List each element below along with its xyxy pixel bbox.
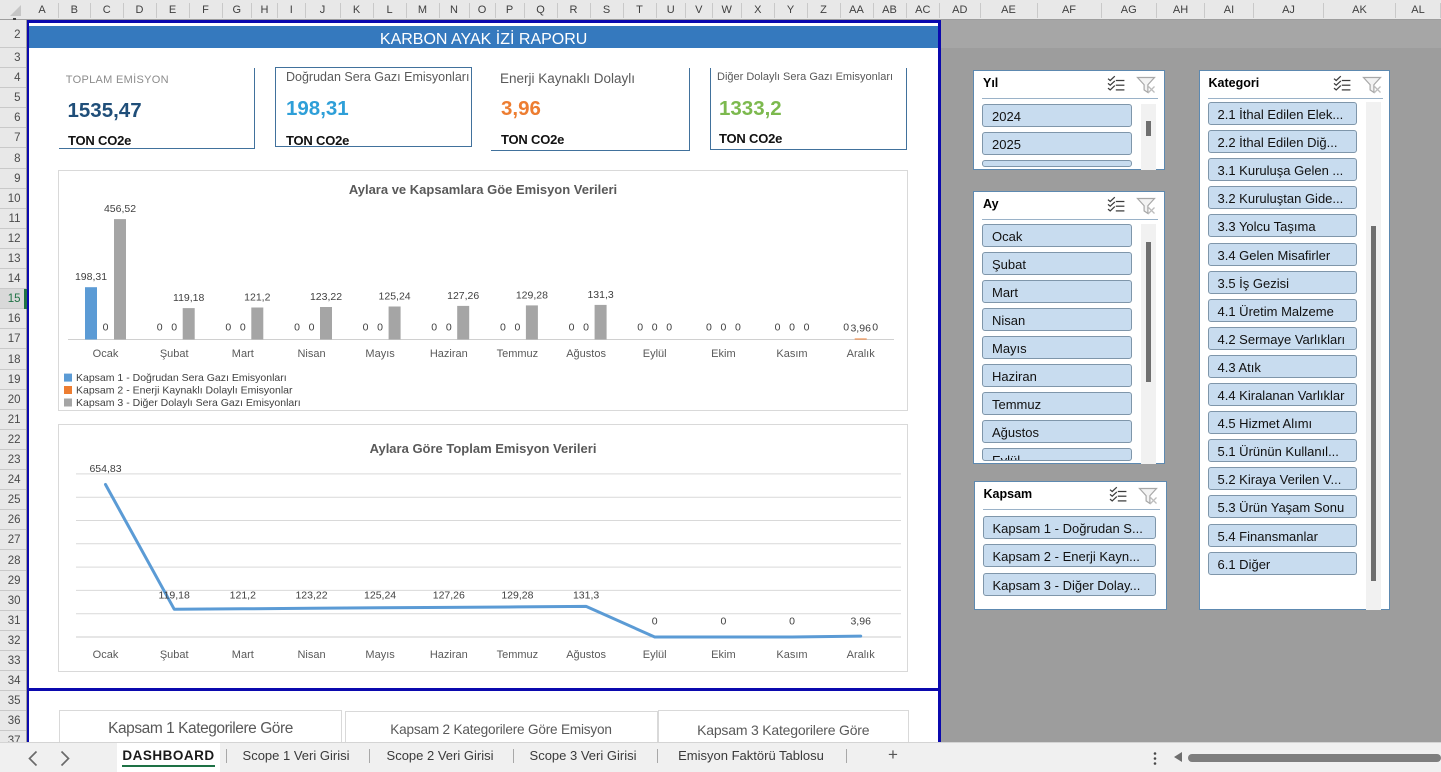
- svg-text:Ocak: Ocak: [93, 649, 119, 661]
- svg-text:Aylara Göre Toplam Emisyon Ver: Aylara Göre Toplam Emisyon Verileri: [370, 441, 597, 456]
- svg-text:0: 0: [309, 322, 315, 334]
- svg-text:0: 0: [843, 322, 849, 334]
- svg-text:Ağustos: Ağustos: [566, 348, 606, 360]
- svg-text:129,28: 129,28: [501, 590, 533, 602]
- svg-text:125,24: 125,24: [364, 590, 396, 602]
- svg-text:Kapsam 2 - Enerji Kaynaklı Dol: Kapsam 2 - Enerji Kaynaklı Dolaylı Emisy…: [76, 385, 293, 397]
- svg-text:Kapsam 1 - Doğrudan Sera Gazı: Kapsam 1 - Doğrudan Sera Gazı Emisyonlar…: [76, 372, 287, 384]
- svg-text:0: 0: [735, 322, 741, 334]
- svg-text:0: 0: [446, 322, 452, 334]
- svg-text:Ağustos: Ağustos: [566, 649, 606, 661]
- svg-text:Mart: Mart: [232, 649, 254, 661]
- svg-text:Haziran: Haziran: [430, 348, 468, 360]
- svg-text:127,26: 127,26: [447, 290, 479, 302]
- svg-text:0: 0: [872, 322, 878, 334]
- svg-text:0: 0: [225, 322, 231, 334]
- svg-text:Mayıs: Mayıs: [365, 348, 395, 360]
- svg-text:Şubat: Şubat: [160, 649, 189, 661]
- svg-text:123,22: 123,22: [310, 291, 342, 303]
- svg-text:Ekim: Ekim: [711, 348, 735, 360]
- svg-text:Nisan: Nisan: [297, 649, 325, 661]
- svg-text:125,24: 125,24: [379, 291, 411, 303]
- svg-text:0: 0: [294, 322, 300, 334]
- svg-text:0: 0: [569, 322, 575, 334]
- svg-text:129,28: 129,28: [516, 289, 548, 301]
- svg-text:Şubat: Şubat: [160, 348, 189, 360]
- svg-text:Eylül: Eylül: [643, 649, 667, 661]
- svg-text:119,18: 119,18: [173, 292, 204, 304]
- svg-text:Temmuz: Temmuz: [497, 348, 539, 360]
- svg-text:0: 0: [500, 322, 506, 334]
- svg-text:121,2: 121,2: [230, 590, 256, 602]
- svg-text:119,18: 119,18: [159, 590, 190, 602]
- svg-text:Aralık: Aralık: [847, 649, 876, 661]
- svg-text:0: 0: [666, 322, 672, 334]
- svg-text:Nisan: Nisan: [297, 348, 325, 360]
- svg-text:3,96: 3,96: [850, 323, 871, 335]
- svg-text:0: 0: [720, 616, 726, 628]
- svg-text:Mayıs: Mayıs: [365, 649, 395, 661]
- svg-text:0: 0: [377, 322, 383, 334]
- svg-text:0: 0: [431, 322, 437, 334]
- svg-text:131,3: 131,3: [573, 590, 599, 602]
- svg-text:Ekim: Ekim: [711, 649, 735, 661]
- svg-text:0: 0: [171, 322, 177, 334]
- svg-text:123,22: 123,22: [295, 590, 327, 602]
- svg-text:0: 0: [514, 322, 520, 334]
- svg-text:198,31: 198,31: [75, 271, 107, 283]
- svg-text:Ocak: Ocak: [93, 348, 119, 360]
- svg-text:0: 0: [240, 322, 246, 334]
- svg-text:0: 0: [652, 322, 658, 334]
- svg-text:121,2: 121,2: [244, 292, 270, 304]
- svg-text:0: 0: [789, 322, 795, 334]
- svg-text:Haziran: Haziran: [430, 649, 468, 661]
- svg-text:3,96: 3,96: [850, 616, 871, 628]
- svg-text:456,52: 456,52: [104, 203, 136, 215]
- svg-text:0: 0: [583, 322, 589, 334]
- svg-text:0: 0: [804, 322, 810, 334]
- svg-text:0: 0: [789, 616, 795, 628]
- svg-text:0: 0: [775, 322, 781, 334]
- svg-text:Kasım: Kasım: [776, 348, 807, 360]
- svg-text:0: 0: [103, 322, 109, 334]
- svg-text:654,83: 654,83: [89, 463, 121, 475]
- svg-text:127,26: 127,26: [433, 590, 465, 602]
- svg-text:Mart: Mart: [232, 348, 254, 360]
- svg-text:Kasım: Kasım: [776, 649, 807, 661]
- svg-text:0: 0: [637, 322, 643, 334]
- svg-text:0: 0: [157, 322, 163, 334]
- svg-text:0: 0: [706, 322, 712, 334]
- svg-text:Temmuz: Temmuz: [497, 649, 539, 661]
- svg-text:Kapsam 3 - Diğer Dolaylı Sera: Kapsam 3 - Diğer Dolaylı Sera Gazı Emisy…: [76, 397, 301, 409]
- svg-text:0: 0: [363, 322, 369, 334]
- svg-text:0: 0: [652, 616, 658, 628]
- svg-text:Eylül: Eylül: [643, 348, 667, 360]
- svg-text:Aralık: Aralık: [847, 348, 876, 360]
- svg-text:0: 0: [720, 322, 726, 334]
- svg-text:131,3: 131,3: [587, 289, 613, 301]
- svg-text:Aylara ve Kapsamlara Göe Emisy: Aylara ve Kapsamlara Göe Emisyon Veriler…: [349, 182, 617, 197]
